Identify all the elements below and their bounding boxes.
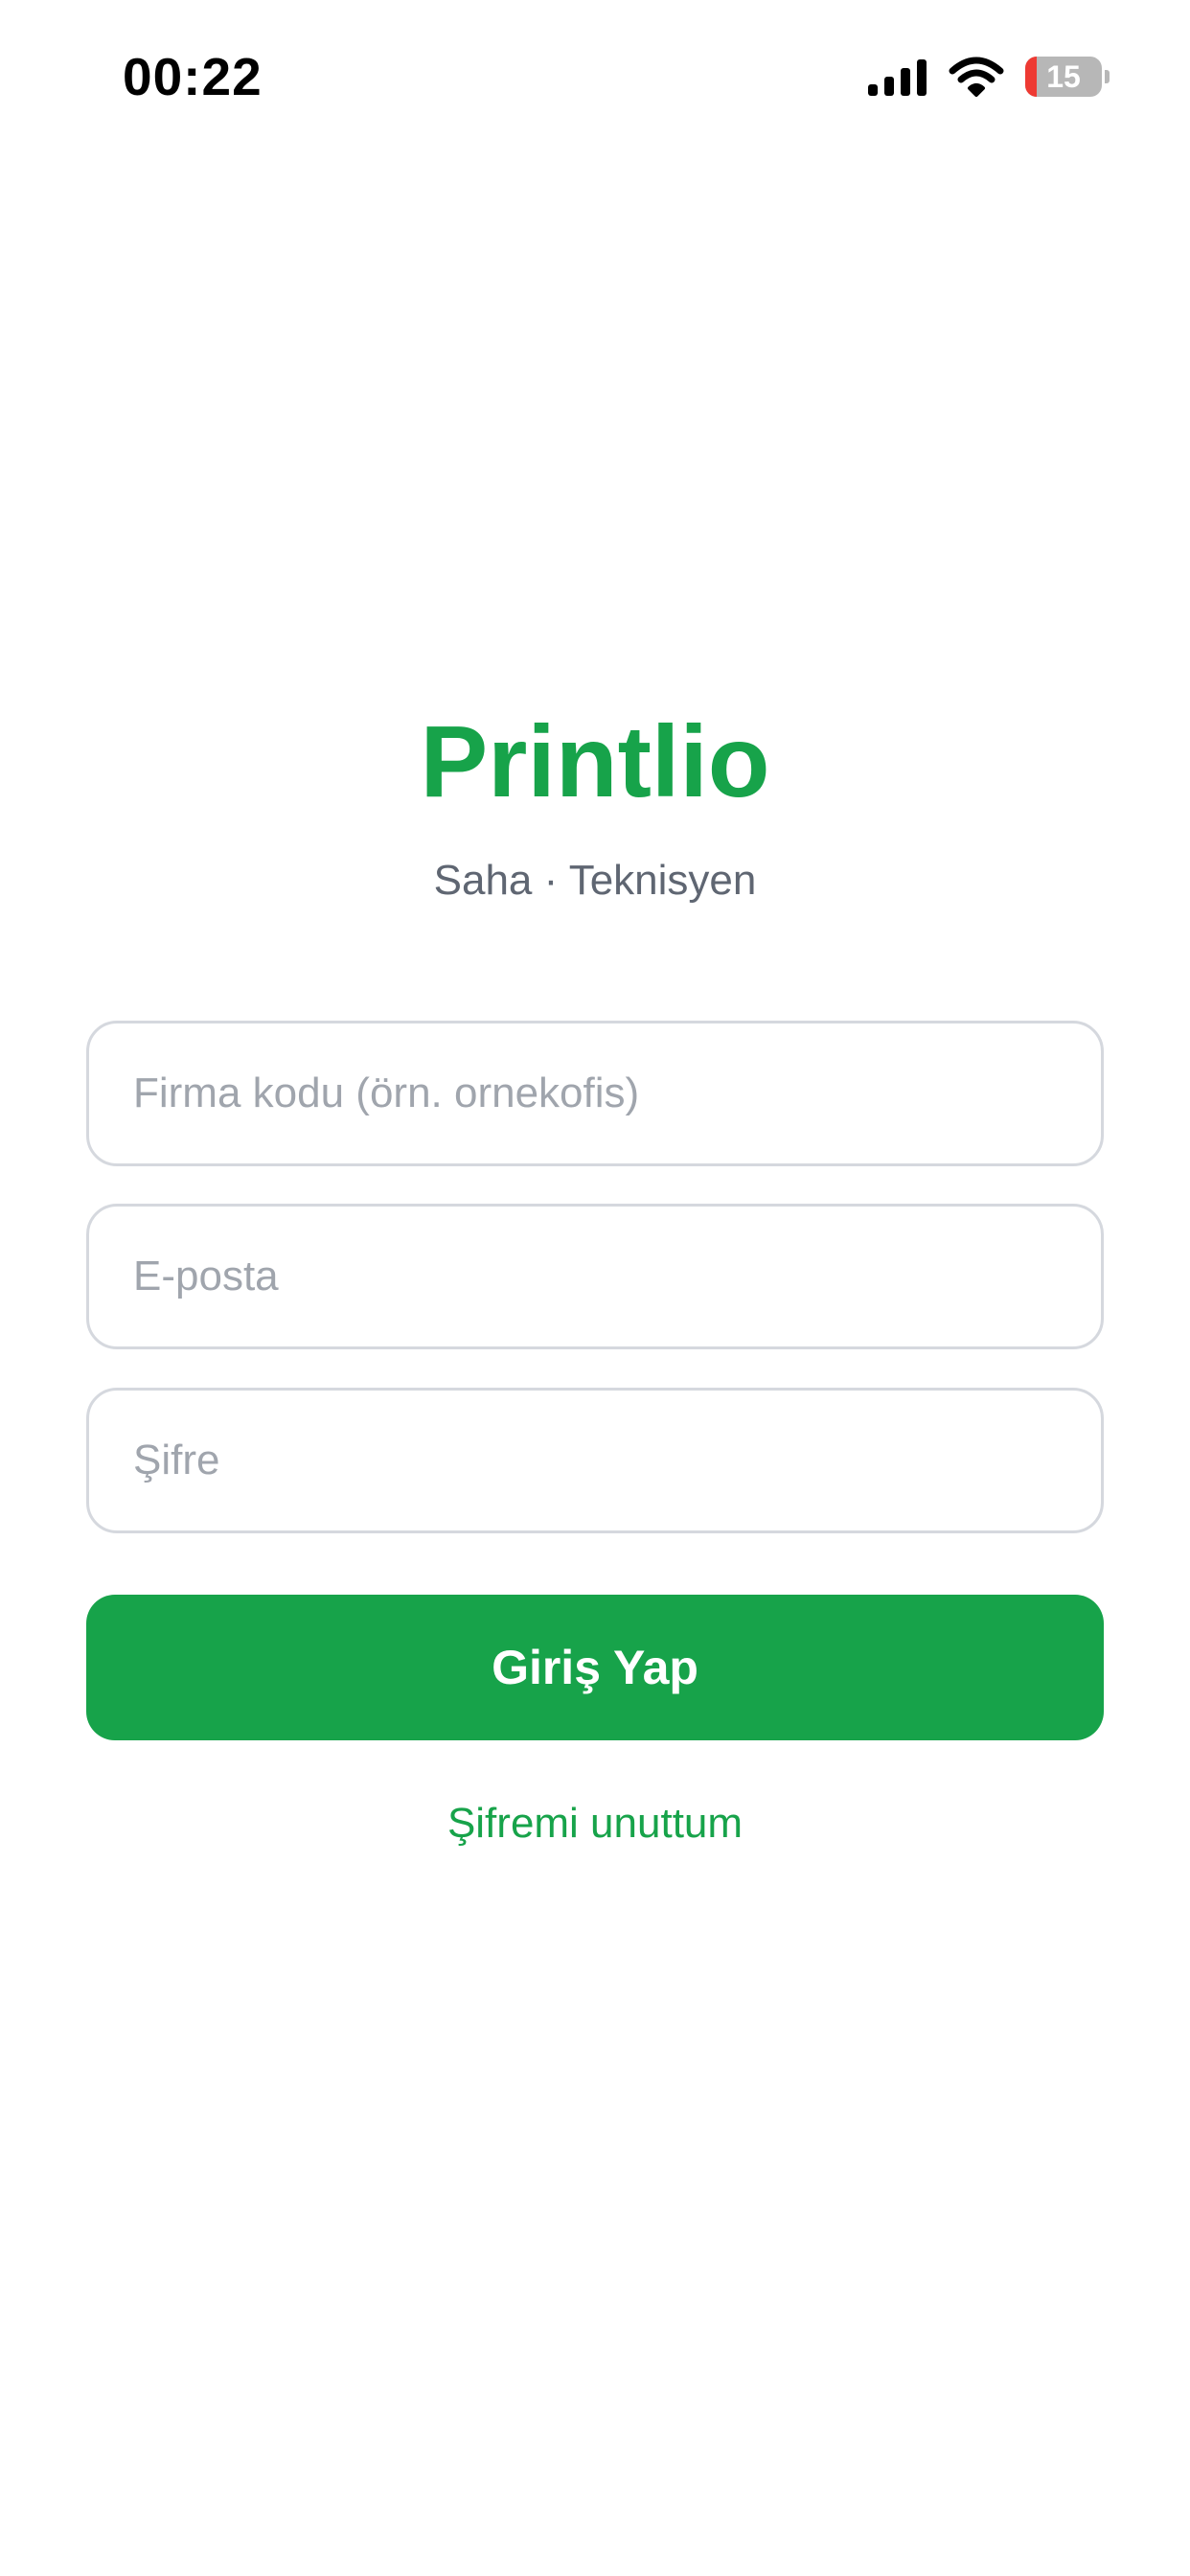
battery-cap [1105,70,1110,83]
status-time: 00:22 [123,47,263,106]
forgot-password-link[interactable]: Şifremi unuttum [0,1800,1190,1848]
battery-level: 15 [1046,58,1081,94]
status-bar: 00:22 15 [0,0,1190,163]
password-input[interactable] [89,1391,1101,1530]
app-title: Printlio [420,705,770,818]
email-field [86,1204,1104,1349]
company-code-field [86,1021,1104,1166]
login-button[interactable]: Giriş Yap [86,1595,1104,1740]
battery-icon: 15 [1025,56,1110,98]
signal-icon [868,59,927,96]
company-code-input[interactable] [89,1024,1101,1163]
app-subtitle: Saha · Teknisyen [433,857,757,904]
status-icons: 15 [866,56,1110,98]
battery-body: 15 [1025,57,1102,97]
wifi-icon [949,57,1004,97]
password-field [86,1388,1104,1533]
email-input[interactable] [89,1207,1101,1346]
